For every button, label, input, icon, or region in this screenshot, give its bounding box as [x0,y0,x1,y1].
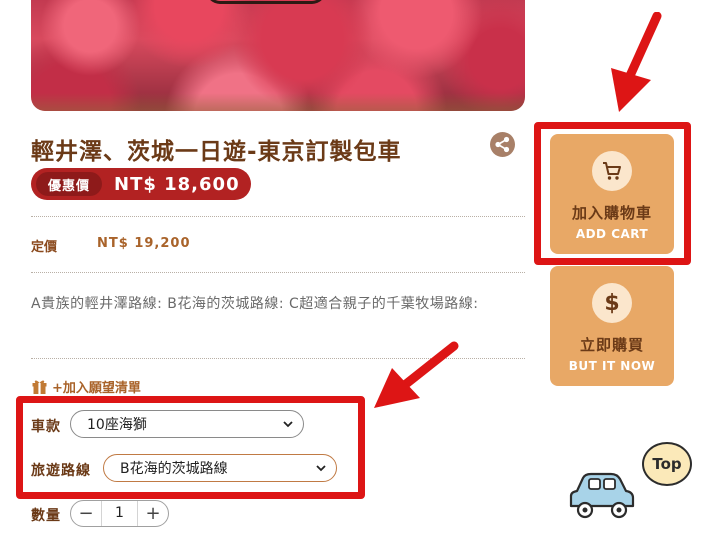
hero-sign-outline [206,0,326,4]
quantity-value[interactable]: 1 [101,501,138,526]
quantity-decrease-button[interactable]: − [71,501,101,526]
dollar-icon-circle: $ [592,283,632,323]
product-title: 輕井澤、茨城一日遊-東京訂製包車 [31,139,402,165]
hero-ground [31,93,525,111]
top-label: Top [652,455,682,473]
original-price-label: 定價 [31,240,58,255]
annotation-box-options [16,396,365,499]
sale-label: 優惠價 [36,172,102,196]
wishlist-label: +加入願望清單 [52,381,141,396]
original-price: NT$ 19,200 [97,236,191,251]
sale-price-badge: 優惠價 NT$ 18,600 [31,168,251,200]
buy-now-label-cn: 立即購買 [579,336,644,354]
divider [31,216,525,217]
divider [31,272,525,273]
quantity-stepper: − 1 + [70,500,169,527]
sale-price: NT$ 18,600 [114,173,240,195]
annotation-box-add-cart [534,122,691,265]
add-to-wishlist-link[interactable]: +加入願望清單 [31,377,141,396]
quantity-increase-button[interactable]: + [138,501,168,526]
share-icon [495,136,510,153]
top-bubble: Top [642,442,692,486]
dollar-icon: $ [604,290,620,316]
quantity-label: 數量 [31,508,61,524]
back-to-top-button[interactable]: Top [565,440,695,525]
gift-icon [32,380,47,394]
product-description: A貴族的輕井澤路線: B花海的茨城路線: C超適合親子的千葉牧場路線: [31,296,479,312]
share-button[interactable] [490,132,515,157]
annotation-arrow-left [374,341,459,408]
buy-now-label-en: BUT IT NOW [568,359,656,373]
car-icon [569,472,635,519]
product-hero-image [31,0,525,111]
buy-now-button[interactable]: $ 立即購買 BUT IT NOW [550,266,674,386]
annotation-arrow-down [611,12,662,112]
